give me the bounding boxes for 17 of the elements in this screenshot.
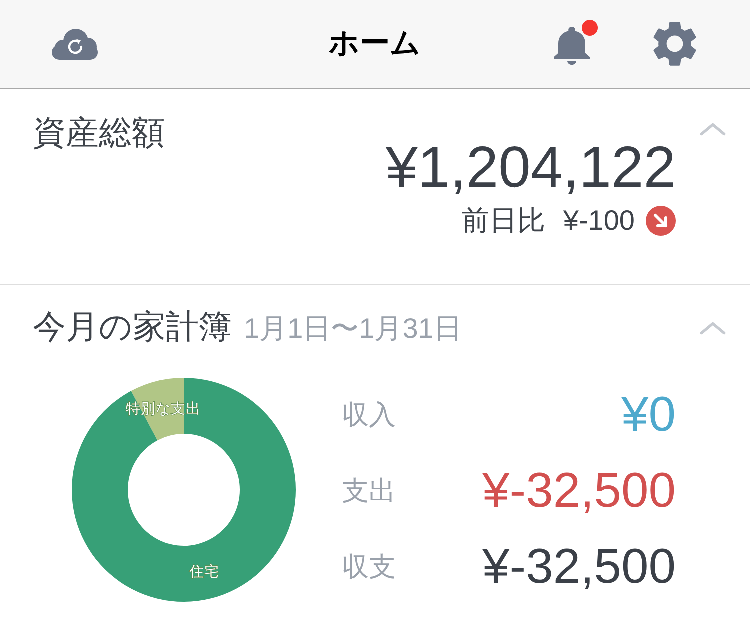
settings-icon[interactable]	[653, 21, 697, 67]
amount-value: ¥-32,500	[482, 539, 676, 595]
row-label: 収支	[342, 551, 396, 584]
change-label: 前日比	[461, 204, 546, 238]
cloud-sync-icon[interactable]	[52, 28, 98, 60]
slice-label: 住宅	[189, 564, 220, 580]
bell-icon[interactable]	[554, 20, 598, 64]
row-label: 支出	[342, 475, 396, 508]
change-amount: ¥-100	[563, 204, 635, 238]
total-amount: ¥1,204,122	[386, 136, 676, 200]
section-title: 今月の家計簿	[33, 308, 232, 346]
amount-value: ¥0	[621, 387, 676, 443]
section-title: 資産総額	[33, 114, 165, 152]
date-range: 1月1日〜1月31日	[244, 312, 462, 346]
amount-value: ¥-32,500	[482, 463, 676, 519]
row-label: 収入	[342, 399, 396, 432]
page-title: ホーム	[329, 26, 421, 62]
